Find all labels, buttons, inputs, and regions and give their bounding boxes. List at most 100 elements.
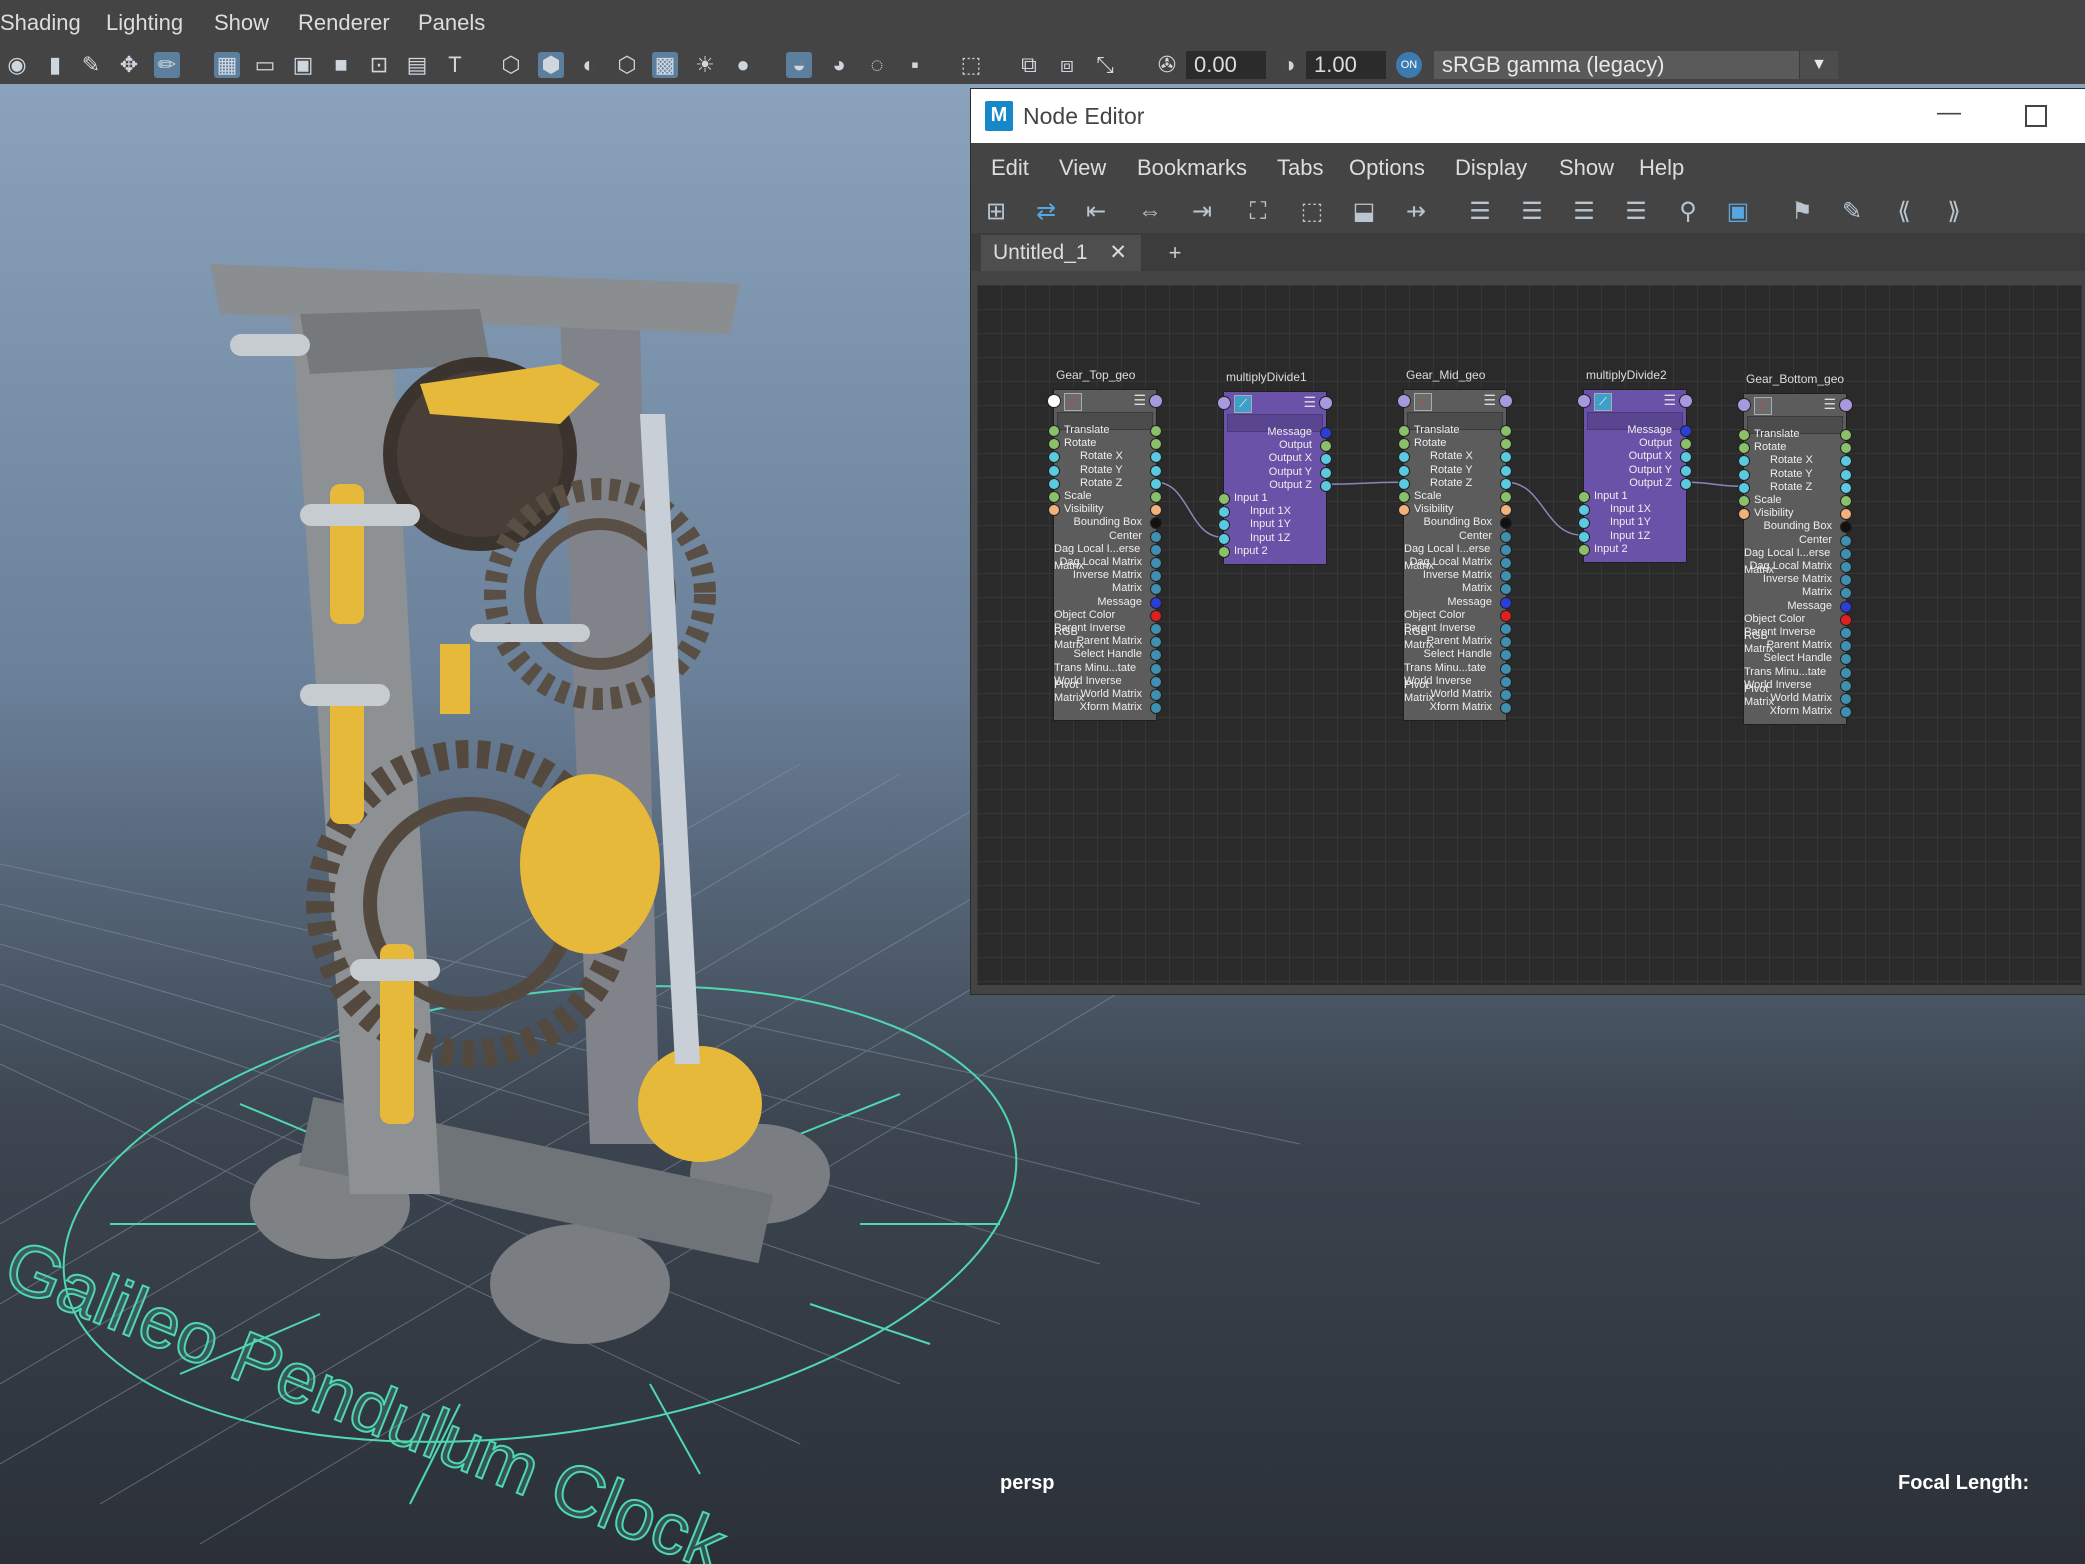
safe-title-icon[interactable]: T — [442, 52, 468, 78]
menu-panels[interactable]: Panels — [418, 10, 485, 36]
node-menu-icon[interactable]: ☰ — [1483, 392, 1496, 409]
color-management-toggle[interactable]: ON — [1396, 52, 1422, 78]
next-bookmark-icon[interactable]: ⟫ — [1939, 197, 1969, 227]
maximize-icon[interactable] — [2025, 105, 2047, 127]
node-editor-titlebar[interactable]: M Node Editor — — [971, 89, 2085, 143]
ne-menu-tabs[interactable]: Tabs — [1277, 155, 1323, 181]
isolate-select-icon[interactable]: ⬚ — [958, 52, 984, 78]
node-multiplyDivide2[interactable]: multiplyDivide2 ⟋ ☰ Message Output Output X Ou… — [1577, 368, 1693, 563]
gamma-field[interactable]: 1.00 — [1306, 51, 1386, 79]
add-node-icon[interactable]: ⊞ — [981, 197, 1011, 227]
tab-untitled-1[interactable]: Untitled_1 ✕ — [981, 235, 1141, 271]
node-attribute[interactable]: Xform Matrix — [1744, 703, 1852, 720]
full-mode-icon[interactable]: ☰ — [1569, 197, 1599, 227]
xray-icon[interactable]: ⧉ — [1016, 52, 1042, 78]
show-inputs-outputs-icon[interactable]: ⇔ — [1135, 197, 1165, 227]
node-menu-icon[interactable]: ☰ — [1663, 392, 1676, 409]
edit-bookmark-icon[interactable]: ✎ — [1837, 197, 1867, 227]
node-menu-icon[interactable]: ☰ — [1133, 392, 1146, 409]
ne-menu-options[interactable]: Options — [1349, 155, 1425, 181]
frame-selected-icon[interactable]: ⬚ — [1297, 197, 1327, 227]
2d-pan-icon[interactable]: ✥ — [116, 52, 142, 78]
grid-icon[interactable]: ▦ — [214, 52, 240, 78]
node-graph-canvas[interactable]: Gear_Top_geo ⁄ ☰ Translate Rotate Rotate X Rot… — [977, 285, 2082, 985]
motion-blur-icon[interactable]: ◕ — [826, 52, 852, 78]
node-input-port[interactable] — [1397, 394, 1411, 408]
wireframe-icon[interactable]: ⬡ — [498, 52, 524, 78]
node-output-port[interactable] — [1499, 394, 1513, 408]
grease-pencil-icon[interactable]: ✏ — [154, 52, 180, 78]
camera-icon[interactable]: ◉ — [4, 52, 30, 78]
node-attribute[interactable]: Input 2 — [1218, 543, 1326, 560]
menu-shading[interactable]: Shading — [0, 10, 81, 36]
node-Gear_Top_geo[interactable]: Gear_Top_geo ⁄ ☰ Translate Rotate Rotate X Rot… — [1047, 368, 1163, 722]
menu-show[interactable]: Show — [214, 10, 269, 36]
frame-all-icon[interactable]: ⛶ — [1243, 197, 1273, 227]
node-attribute[interactable]: Input 2 — [1578, 541, 1686, 558]
previous-bookmark-icon[interactable]: ⟪ — [1889, 197, 1919, 227]
node-menu-icon[interactable]: ☰ — [1303, 394, 1316, 411]
wireframe-on-shaded-icon[interactable]: ⬡ — [614, 52, 640, 78]
ne-menu-edit[interactable]: Edit — [991, 155, 1029, 181]
anti-aliasing-icon[interactable]: ◌ — [864, 52, 890, 78]
menu-lighting[interactable]: Lighting — [106, 10, 183, 36]
add-tab-button[interactable]: + — [1155, 235, 1195, 271]
node-attribute[interactable]: Xform Matrix — [1054, 699, 1162, 716]
node-output-port[interactable] — [1679, 394, 1693, 408]
show-inputs-icon[interactable]: ⇤ — [1081, 197, 1111, 227]
exposure-field[interactable]: 0.00 — [1186, 51, 1266, 79]
pin-selected-icon[interactable]: ⇸ — [1401, 197, 1431, 227]
custom-mode-icon[interactable]: ☰ — [1621, 197, 1651, 227]
ne-menu-show[interactable]: Show — [1559, 155, 1614, 181]
show-outputs-icon[interactable]: ⇥ — [1187, 197, 1217, 227]
smooth-shade-icon[interactable]: ⬢ — [538, 52, 564, 78]
resolution-gate-icon[interactable]: ▣ — [290, 52, 316, 78]
node-input-port[interactable] — [1577, 394, 1591, 408]
depth-of-field-icon[interactable]: ▪ — [902, 52, 928, 78]
node-Gear_Bottom_geo[interactable]: Gear_Bottom_geo ⁄ ☰ Translate Rotate Rotate X… — [1737, 372, 1853, 726]
minimize-icon[interactable]: — — [1937, 99, 1961, 127]
gate-mask-icon[interactable]: ■ — [328, 52, 354, 78]
screen-space-ao-icon[interactable]: ◒ — [786, 52, 812, 78]
graph-layout-icon[interactable]: ⬓ — [1349, 197, 1379, 227]
search-icon[interactable]: ⚲ — [1673, 197, 1703, 227]
image-plane-icon[interactable]: ✎ — [78, 52, 104, 78]
input-output-connections-icon[interactable]: ⇄ — [1031, 197, 1061, 227]
connected-mode-icon[interactable]: ☰ — [1517, 197, 1547, 227]
safe-action-icon[interactable]: ▤ — [404, 52, 430, 78]
attribute-input-port[interactable] — [1578, 543, 1590, 556]
field-chart-icon[interactable]: ⊡ — [366, 52, 392, 78]
attribute-input-port[interactable] — [1218, 545, 1230, 558]
toggle-swatches-icon[interactable]: ▣ — [1723, 197, 1753, 227]
chevron-down-icon[interactable]: ▼ — [1799, 51, 1838, 79]
node-input-port[interactable] — [1737, 398, 1751, 412]
node-output-port[interactable] — [1839, 398, 1853, 412]
shadows-icon[interactable]: ● — [730, 52, 756, 78]
node-Gear_Mid_geo[interactable]: Gear_Mid_geo ⁄ ☰ Translate Rotate Rotate X Rot… — [1397, 368, 1513, 722]
node-output-port[interactable] — [1149, 394, 1163, 408]
node-output-port[interactable] — [1319, 396, 1333, 410]
bookmark-icon[interactable]: ▮ — [42, 52, 68, 78]
default-material-icon[interactable]: ◐ — [576, 52, 602, 78]
ne-menu-display[interactable]: Display — [1455, 155, 1527, 181]
view-transform-select[interactable]: sRGB gamma (legacy) ▼ — [1434, 51, 1838, 79]
film-gate-icon[interactable]: ▭ — [252, 52, 278, 78]
simple-mode-icon[interactable]: ☰ — [1465, 197, 1495, 227]
ne-menu-help[interactable]: Help — [1639, 155, 1684, 181]
ne-menu-bookmarks[interactable]: Bookmarks — [1137, 155, 1247, 181]
node-menu-icon[interactable]: ☰ — [1823, 396, 1836, 413]
close-icon[interactable]: ✕ — [1109, 235, 1127, 271]
add-bookmark-icon[interactable]: ⚑ — [1787, 197, 1817, 227]
use-lights-icon[interactable]: ☀ — [692, 52, 718, 78]
menu-renderer[interactable]: Renderer — [298, 10, 390, 36]
node-input-port[interactable] — [1047, 394, 1061, 408]
node-multiplyDivide1[interactable]: multiplyDivide1 ⟋ ☰ Message Output Output X Ou… — [1217, 370, 1333, 565]
ne-menu-view[interactable]: View — [1059, 155, 1106, 181]
node-attribute[interactable]: Xform Matrix — [1404, 699, 1512, 716]
node-input-port[interactable] — [1217, 396, 1231, 410]
exposure-icon[interactable]: ✇ — [1154, 52, 1180, 78]
xray-joints-icon[interactable]: ⤡ — [1092, 52, 1118, 78]
textured-icon[interactable]: ▩ — [652, 52, 678, 78]
xray-active-icon[interactable]: ⧈ — [1054, 52, 1080, 78]
gamma-icon[interactable]: ◑ — [1276, 52, 1302, 78]
